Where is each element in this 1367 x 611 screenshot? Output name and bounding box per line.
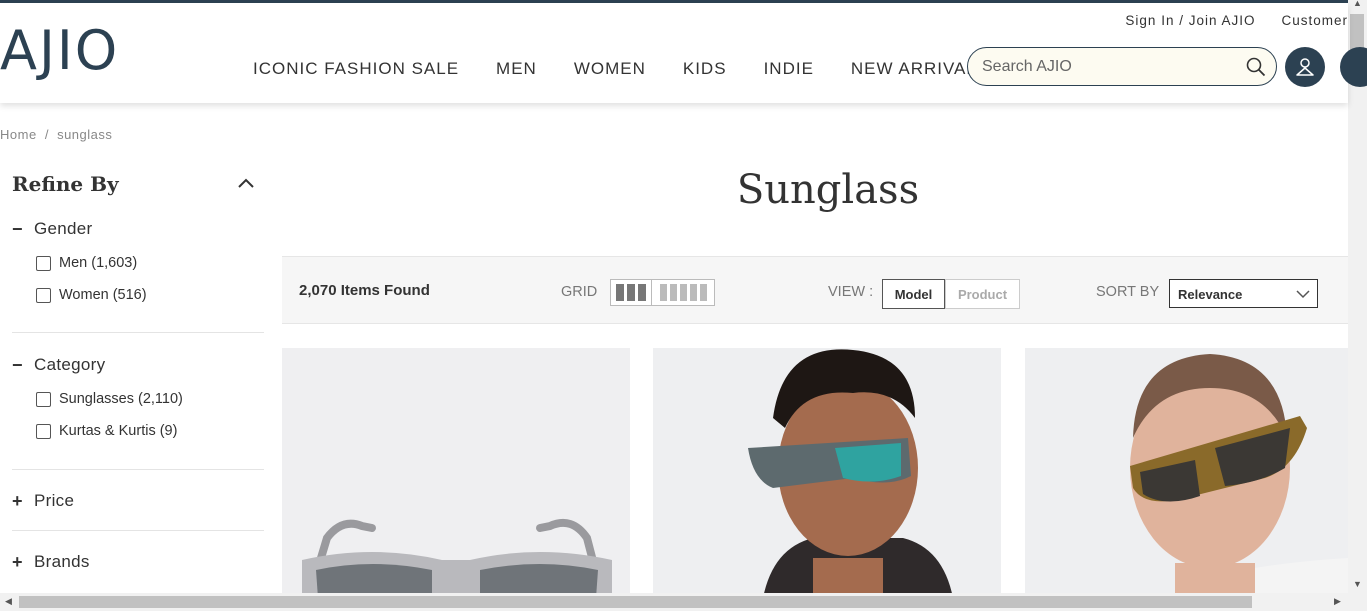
nav-iconic-fashion-sale[interactable]: ICONIC FASHION SALE	[253, 59, 459, 79]
scroll-down-icon[interactable]: ▼	[1353, 579, 1362, 589]
sort-by-label: SORT BY	[1096, 284, 1160, 300]
sort-select[interactable]: Relevance	[1169, 279, 1318, 308]
filter-option-men[interactable]: Men (1,603)	[36, 254, 137, 271]
divider	[12, 530, 264, 531]
scroll-right-icon[interactable]: ▶	[1334, 596, 1341, 607]
grid-label: GRID	[561, 284, 598, 300]
page-title: Sunglass	[736, 167, 920, 213]
model-with-mirrored-sunglasses-image	[653, 348, 1001, 598]
filter-option-women[interactable]: Women (516)	[36, 286, 147, 303]
chevron-down-icon	[1296, 290, 1310, 299]
search-input[interactable]	[982, 56, 1232, 78]
breadcrumb-home[interactable]: Home	[0, 127, 37, 142]
expand-icon: +	[12, 490, 23, 511]
breadcrumb-separator: /	[44, 127, 49, 142]
sunglasses-product-image	[282, 348, 630, 598]
view-product-button[interactable]: Product	[945, 279, 1020, 309]
nav-women[interactable]: WOMEN	[574, 59, 646, 79]
customer-care-link[interactable]: Customer	[1281, 13, 1348, 28]
sign-in-link[interactable]: Sign In / Join AJIO	[1125, 13, 1255, 28]
facet-category[interactable]: − Category	[12, 353, 264, 377]
filter-option-label: Sunglasses (2,110)	[59, 390, 183, 407]
horizontal-scroll-thumb[interactable]	[19, 596, 1252, 608]
facet-gender-label: Gender	[34, 219, 93, 238]
search-box	[967, 47, 1277, 86]
account-button[interactable]	[1285, 47, 1325, 87]
facet-price[interactable]: + Price	[12, 489, 264, 513]
collapse-icon: −	[12, 218, 23, 239]
product-card[interactable]	[282, 348, 630, 598]
expand-icon: +	[12, 551, 23, 572]
nav-kids[interactable]: KIDS	[683, 59, 727, 79]
view-model-button[interactable]: Model	[882, 279, 945, 309]
sort-value: Relevance	[1178, 287, 1243, 302]
grid-3-columns-icon[interactable]	[611, 280, 652, 305]
ajio-logo[interactable]: AJIO	[0, 23, 119, 79]
filter-option-label: Kurtas & Kurtis (9)	[59, 422, 178, 439]
checkbox[interactable]	[36, 288, 51, 303]
view-label: VIEW :	[828, 284, 874, 300]
wishlist-button[interactable]	[1340, 47, 1367, 87]
scroll-up-icon[interactable]: ▲	[1353, 0, 1362, 8]
main-nav: ICONIC FASHION SALE MEN WOMEN KIDS INDIE…	[253, 59, 989, 79]
facet-category-label: Category	[34, 355, 106, 374]
divider	[12, 469, 264, 470]
nav-men[interactable]: MEN	[496, 59, 537, 79]
divider	[12, 332, 264, 333]
collapse-icon: −	[12, 354, 23, 375]
grid-5-columns-icon[interactable]	[652, 280, 714, 305]
scroll-left-icon[interactable]: ◀	[5, 596, 12, 607]
listing-toolbar: 2,070 Items Found GRID VIEW : Model Prod…	[282, 256, 1348, 324]
checkbox[interactable]	[36, 392, 51, 407]
top-links: Sign In / Join AJIO Customer	[1125, 13, 1348, 28]
product-card[interactable]	[1025, 348, 1348, 598]
filter-option-sunglasses[interactable]: Sunglasses (2,110)	[36, 390, 183, 407]
refine-by-title: Refine By	[12, 172, 119, 196]
facet-brands-label: Brands	[34, 552, 90, 571]
model-with-brown-sunglasses-image	[1025, 348, 1348, 598]
filter-option-kurtas[interactable]: Kurtas & Kurtis (9)	[36, 422, 177, 439]
horizontal-scrollbar[interactable]: ◀ ▶	[0, 593, 1367, 611]
facet-gender[interactable]: − Gender	[12, 217, 264, 241]
site-header: AJIO Sign In / Join AJIO Customer ICONIC…	[0, 3, 1367, 103]
vertical-scrollbar[interactable]: ▲ ▼	[1348, 0, 1367, 593]
grid-selector	[610, 279, 715, 306]
nav-indie[interactable]: INDIE	[764, 59, 814, 79]
breadcrumb-current: sunglass	[57, 127, 113, 142]
chevron-up-icon[interactable]	[236, 176, 256, 190]
facet-price-label: Price	[34, 491, 75, 510]
items-found-count: 2,070 Items Found	[299, 282, 430, 299]
user-icon	[1296, 58, 1314, 76]
checkbox[interactable]	[36, 424, 51, 439]
product-card[interactable]	[653, 348, 1001, 598]
checkbox[interactable]	[36, 256, 51, 271]
breadcrumb: Home / sunglass	[0, 127, 116, 142]
facet-brands[interactable]: + Brands	[12, 550, 264, 574]
filter-option-label: Men (1,603)	[59, 254, 138, 271]
filter-option-label: Women (516)	[59, 286, 147, 303]
search-icon[interactable]	[1246, 57, 1266, 77]
